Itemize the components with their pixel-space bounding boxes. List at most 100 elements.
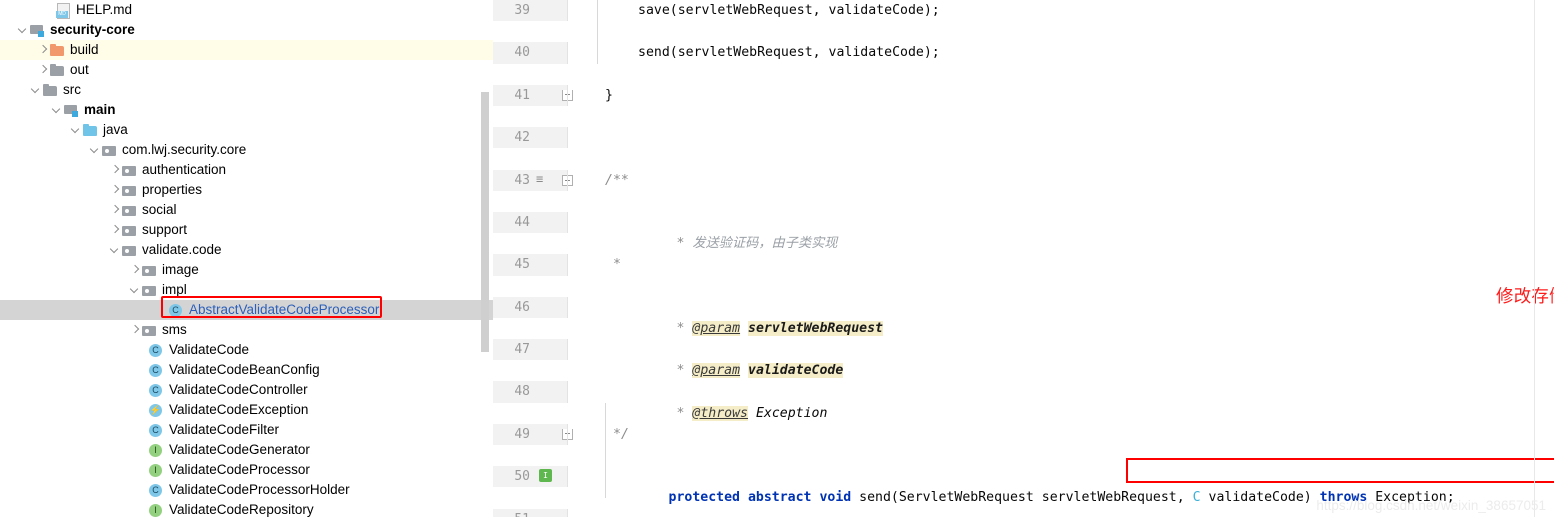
tree-item-help-md[interactable]: HELP.md	[0, 0, 493, 20]
line-number: 47	[514, 342, 530, 358]
tree-item-validate-code-bean-config[interactable]: ValidateCodeBeanConfig	[0, 360, 493, 380]
chevron-right-icon[interactable]	[108, 220, 121, 240]
tree-item-label: sms	[162, 322, 187, 337]
chevron-right-icon[interactable]	[128, 320, 141, 340]
indent-guide	[605, 403, 606, 498]
ide-window: HELP.md security-core build out src main	[0, 0, 1554, 517]
chevron-down-icon[interactable]	[50, 100, 63, 120]
tree-item-security-core[interactable]: security-core	[0, 20, 493, 40]
chevron-down-icon[interactable]	[69, 120, 82, 140]
generic-type-param: C	[1192, 490, 1201, 506]
tree-item-validate-code-exception[interactable]: ValidateCodeException	[0, 400, 493, 420]
code-line[interactable]: 40 send(servletWebRequest, validateCode)…	[493, 42, 1554, 64]
java-exception-icon	[148, 402, 165, 418]
tree-item-build[interactable]: build	[0, 40, 493, 60]
tree-item-label: ValidateCodeFilter	[169, 422, 280, 437]
line-number: 46	[514, 299, 530, 315]
gutter-divider	[567, 381, 568, 403]
tree-scrollbar-track[interactable]	[481, 0, 491, 517]
line-number: 44	[514, 214, 530, 230]
code-line[interactable]: 49 */	[493, 423, 1554, 446]
tree-item-validate-code[interactable]: validate.code	[0, 240, 493, 260]
chevron-right-icon[interactable]	[128, 260, 141, 280]
javadoc-param-tag: @param	[692, 320, 741, 336]
tree-item-label: ValidateCodeRepository	[169, 502, 314, 517]
implemented-method-icon[interactable]: I	[539, 469, 552, 483]
chevron-right-icon[interactable]	[108, 180, 121, 200]
java-interface-icon	[148, 502, 165, 517]
indent-guide	[597, 0, 598, 64]
tree-item-validate-code-generator[interactable]: ValidateCodeGenerator	[0, 440, 493, 460]
tree-item-authentication[interactable]: authentication	[0, 160, 493, 180]
tree-item-label: java	[103, 122, 128, 137]
java-interface-icon	[148, 462, 165, 478]
gutter-divider	[567, 42, 568, 64]
line-number: 42	[514, 130, 530, 146]
tree-item-validate-code-processor-holder[interactable]: ValidateCodeProcessorHolder	[0, 480, 493, 500]
code-text: */	[613, 426, 629, 442]
tree-item-out[interactable]: out	[0, 60, 493, 80]
javadoc-param-tag: @param	[692, 363, 741, 379]
gutter-divider	[567, 296, 568, 318]
code-line[interactable]: 43 ≡ /**	[493, 169, 1554, 191]
line-number: 40	[514, 45, 530, 61]
tree-item-sms[interactable]: sms	[0, 320, 493, 340]
tree-item-validate-code-processor[interactable]: ValidateCodeProcessor	[0, 460, 493, 480]
folder-icon	[49, 62, 66, 78]
code-line[interactable]: 45 *	[493, 254, 1554, 276]
tree-item-social[interactable]: social	[0, 200, 493, 220]
chevron-down-icon[interactable]	[29, 80, 42, 100]
chevron-down-icon[interactable]	[108, 240, 121, 260]
code-line[interactable]: 47 * @param validateCode	[493, 339, 1554, 379]
chevron-down-icon[interactable]	[88, 140, 101, 160]
tree-item-validate-code-controller[interactable]: ValidateCodeController	[0, 380, 493, 400]
code-editor[interactable]: 39 save(servletWebRequest, validateCode)…	[493, 0, 1554, 517]
java-class-icon	[148, 362, 165, 378]
chevron-down-icon[interactable]	[16, 20, 29, 40]
tree-item-properties[interactable]: properties	[0, 180, 493, 200]
tree-item-label: src	[63, 82, 81, 97]
code-line[interactable]: 41 }	[493, 84, 1554, 106]
code-line[interactable]: 39 save(servletWebRequest, validateCode)…	[493, 0, 1554, 22]
chevron-right-icon[interactable]	[36, 40, 49, 60]
tree-item-java[interactable]: java	[0, 120, 493, 140]
gutter-divider	[567, 0, 568, 22]
package-icon	[141, 282, 158, 298]
code-text: send(servletWebRequest, validateCode);	[638, 45, 940, 61]
method-signature: send(ServletWebRequest servletWebRequest…	[851, 490, 1193, 506]
chevron-down-icon[interactable]	[128, 280, 141, 300]
javadoc-star: *	[676, 236, 693, 252]
code-line[interactable]: 42	[493, 127, 1554, 149]
code-line[interactable]: 50 I protected abstract void send(Servle…	[493, 466, 1554, 505]
tree-item-abstract-validate-code-processor[interactable]: AbstractValidateCodeProcessor	[0, 300, 493, 320]
chevron-right-icon[interactable]	[36, 60, 49, 80]
project-tool-window[interactable]: HELP.md security-core build out src main	[0, 0, 493, 517]
line-number: 48	[514, 384, 530, 400]
javadoc-star: *	[676, 405, 693, 421]
tree-item-label: ValidateCodeBeanConfig	[169, 362, 320, 377]
java-class-icon	[148, 422, 165, 438]
code-line[interactable]: 46 * @param servletWebRequest	[493, 296, 1554, 336]
javadoc-list-icon[interactable]: ≡	[536, 172, 549, 186]
tree-item-validate-code-class[interactable]: ValidateCode	[0, 340, 493, 360]
tree-item-label: ValidateCodeController	[169, 382, 308, 397]
java-class-icon	[168, 302, 185, 318]
tree-item-validate-code-filter[interactable]: ValidateCodeFilter	[0, 420, 493, 440]
tree-item-support[interactable]: support	[0, 220, 493, 240]
tree-item-impl[interactable]: impl	[0, 280, 493, 300]
tree-item-package-com-lwj-security-core[interactable]: com.lwj.security.core	[0, 140, 493, 160]
tree-item-label: security-core	[50, 22, 135, 37]
code-line[interactable]: 44 * 发送验证码，由子类实现	[493, 211, 1554, 251]
keyword-void: void	[819, 490, 852, 506]
tree-item-src[interactable]: src	[0, 80, 493, 100]
tree-item-validate-code-repository[interactable]: ValidateCodeRepository	[0, 500, 493, 517]
tree-item-label: authentication	[142, 162, 227, 177]
code-line[interactable]: 48 * @throws Exception	[493, 381, 1554, 421]
tree-item-main[interactable]: main	[0, 100, 493, 120]
chevron-right-icon[interactable]	[108, 160, 121, 180]
tree-item-label: ValidateCodeException	[169, 402, 309, 417]
tree-item-image[interactable]: image	[0, 260, 493, 280]
chevron-right-icon[interactable]	[108, 200, 121, 220]
tree-item-label: main	[84, 102, 116, 117]
tree-scrollbar-thumb[interactable]	[481, 92, 489, 352]
